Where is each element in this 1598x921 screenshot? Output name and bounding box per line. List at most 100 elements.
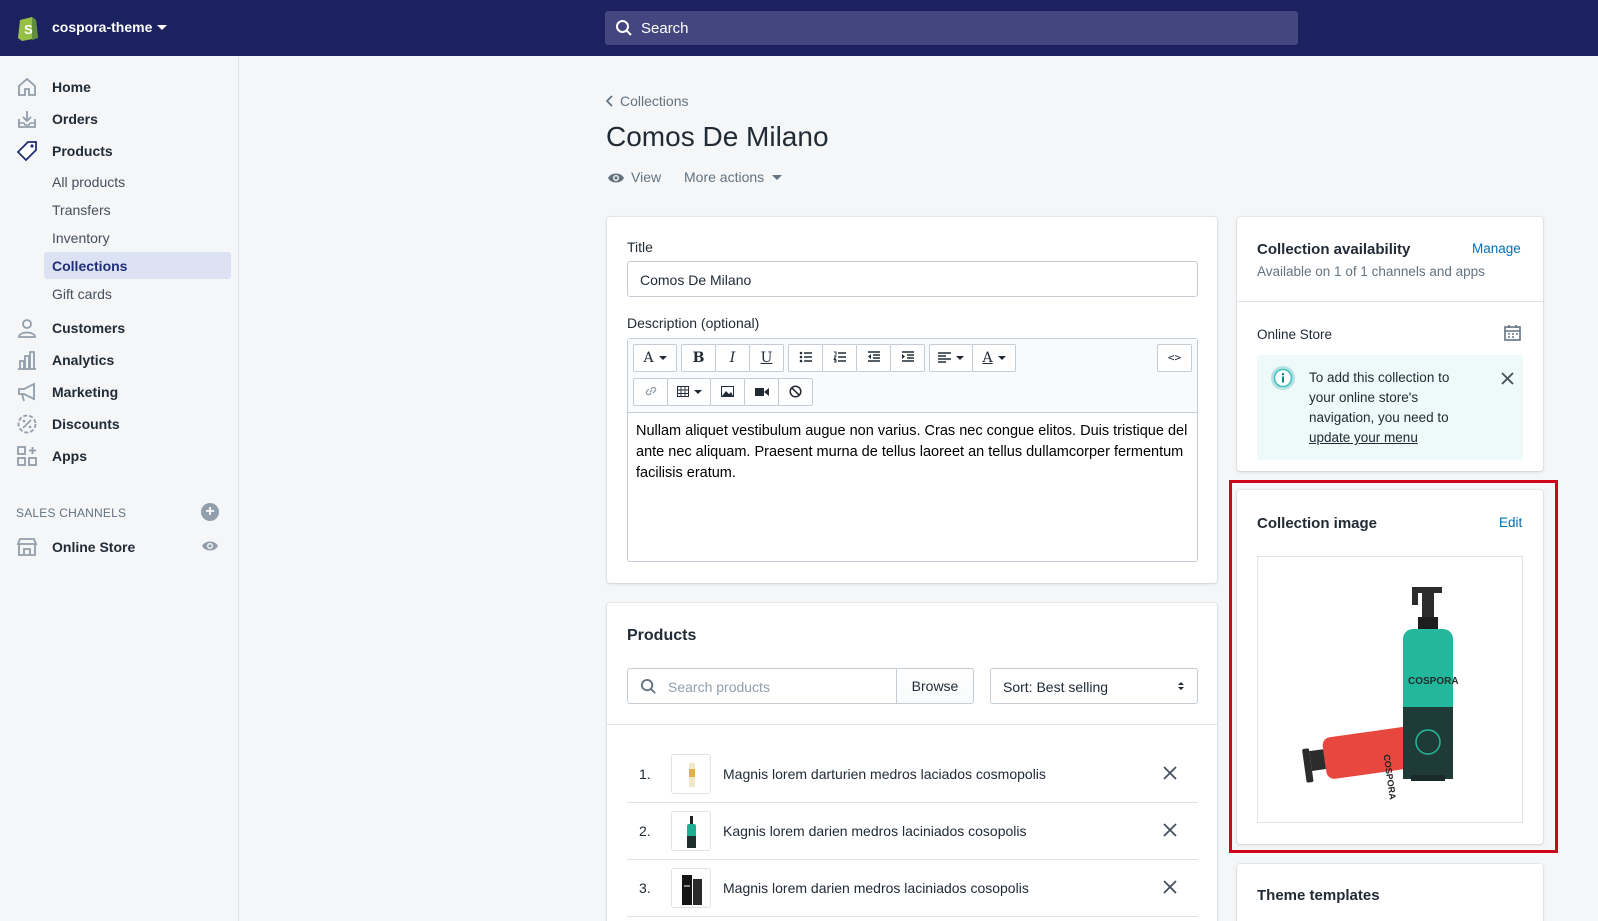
product-name[interactable]: Magnis lorem darturien medros laciados c… [723, 766, 1046, 782]
font-dropdown[interactable]: A [633, 344, 677, 372]
description-text[interactable]: Nullam aliquet vestibulum augue non vari… [636, 421, 1189, 484]
insert-image-button[interactable] [710, 378, 745, 406]
info-icon [1271, 366, 1295, 390]
product-index: 3. [639, 880, 651, 896]
product-row[interactable]: 2. Kagnis lorem darien medros laciniados… [627, 803, 1198, 860]
editor-toolbar: A B I U A <> [628, 339, 1197, 413]
store-dropdown-icon[interactable] [157, 25, 167, 30]
sidebar-item-apps[interactable]: Apps [0, 441, 239, 471]
more-actions-label: More actions [684, 169, 765, 185]
italic-button[interactable]: I [715, 344, 750, 372]
remove-product-icon[interactable] [1163, 823, 1177, 837]
sales-channels-heading: SALES CHANNELS [16, 506, 127, 520]
bold-button[interactable]: B [681, 344, 716, 372]
sidebar-subitem-label: Collections [52, 258, 128, 274]
title-label: Title [627, 239, 653, 255]
browse-button[interactable]: Browse [896, 668, 974, 704]
sidebar-subitem-gift-cards[interactable]: Gift cards [44, 280, 231, 307]
product-thumbnail [671, 811, 711, 851]
sidebar-item-marketing[interactable]: Marketing [0, 377, 239, 407]
add-channel-button[interactable]: + [201, 503, 219, 521]
sidebar-item-customers[interactable]: Customers [0, 313, 239, 343]
search-icon [640, 678, 656, 694]
shopify-logo-icon[interactable]: S [16, 13, 40, 41]
calendar-icon[interactable] [1504, 324, 1521, 341]
remove-product-icon[interactable] [1163, 766, 1177, 780]
info-banner-text: To add this collection to your online st… [1309, 368, 1469, 448]
sidebar-item-orders[interactable]: Orders [0, 104, 239, 134]
title-input[interactable]: Comos De Milano [627, 261, 1198, 297]
orders-icon [18, 111, 36, 128]
search-products-input[interactable]: Search products [627, 668, 897, 704]
global-search-input[interactable]: Search [605, 11, 1298, 45]
underline-button[interactable]: U [749, 344, 784, 372]
manage-link[interactable]: Manage [1472, 241, 1521, 256]
sidebar-item-discounts[interactable]: Discounts [0, 409, 239, 439]
sidebar-item-label: Marketing [52, 384, 119, 400]
link-button[interactable] [633, 378, 668, 406]
caret-down-icon [658, 356, 667, 360]
breadcrumb-label: Collections [620, 93, 689, 109]
outdent-icon [867, 351, 880, 362]
sidebar-subitem-label: All products [52, 174, 126, 190]
page-title: Comos De Milano [606, 121, 829, 152]
sidebar-nav: Home Orders Products All products Transf… [0, 56, 239, 921]
breadcrumb[interactable]: Collections [605, 93, 689, 109]
products-heading: Products [627, 627, 697, 644]
sort-value: Sort: Best selling [1003, 679, 1109, 695]
product-row[interactable]: 1. Magnis lorem darturien medros laciado… [627, 746, 1198, 803]
description-editor[interactable]: A B I U A <> Nullam aliquet vestibulum a… [627, 338, 1198, 562]
title-input-value: Comos De Milano [640, 272, 752, 288]
sidebar-item-label: Products [52, 143, 113, 159]
eye-icon[interactable] [201, 539, 219, 553]
store-name[interactable]: cospora-theme [52, 19, 152, 35]
search-icon [616, 20, 632, 36]
numbered-list-icon [832, 351, 846, 363]
indent-button[interactable] [890, 344, 925, 372]
link-icon [645, 386, 656, 396]
product-name[interactable]: Magnis lorem darien medros laciniados co… [723, 880, 1029, 896]
store-icon [16, 538, 38, 556]
sidebar-item-products[interactable]: Products [0, 136, 239, 166]
video-icon [754, 388, 769, 396]
home-icon [18, 77, 36, 96]
html-view-button[interactable]: <> [1157, 344, 1192, 372]
sidebar-subitem-transfers[interactable]: Transfers [44, 196, 231, 223]
sidebar-subitem-collections[interactable]: Collections [44, 252, 231, 279]
outdent-button[interactable] [856, 344, 891, 372]
text-color-dropdown[interactable]: A [972, 344, 1016, 372]
bullet-list-button[interactable] [788, 344, 823, 372]
product-name[interactable]: Kagnis lorem darien medros laciniados co… [723, 823, 1027, 839]
insert-video-button[interactable] [744, 378, 779, 406]
sort-select[interactable]: Sort: Best selling [990, 668, 1198, 704]
close-icon[interactable] [1501, 372, 1514, 385]
megaphone-icon [18, 382, 35, 402]
customer-icon [18, 319, 36, 338]
sidebar-item-label: Customers [52, 320, 126, 336]
availability-heading: Collection availability [1257, 241, 1411, 258]
numbered-list-button[interactable] [822, 344, 857, 372]
divider [1237, 301, 1543, 302]
remove-product-icon[interactable] [1163, 880, 1177, 894]
top-bar: S cospora-theme Search [0, 0, 1598, 56]
table-dropdown[interactable] [667, 378, 711, 406]
more-actions-button[interactable]: More actions [684, 169, 783, 185]
view-button[interactable]: View [607, 169, 661, 185]
divider [607, 724, 1217, 725]
select-arrows-icon [1178, 682, 1184, 690]
clear-formatting-button[interactable] [778, 378, 813, 406]
theme-templates-heading: Theme templates [1257, 887, 1380, 904]
no-format-icon [789, 385, 802, 398]
sidebar-subitem-all-products[interactable]: All products [44, 168, 231, 195]
update-menu-link[interactable]: update your menu [1309, 430, 1418, 445]
sidebar-item-label: Home [52, 79, 91, 95]
eye-icon [608, 173, 624, 183]
svg-text:S: S [24, 22, 33, 37]
tag-icon [16, 141, 37, 162]
sidebar-item-analytics[interactable]: Analytics [0, 345, 239, 375]
align-dropdown[interactable] [929, 344, 973, 372]
sidebar-subitem-inventory[interactable]: Inventory [44, 224, 231, 251]
caret-down-icon [997, 356, 1006, 360]
sidebar-item-home[interactable]: Home [0, 72, 239, 102]
product-row[interactable]: 3. Magnis lorem darien medros laciniados… [627, 860, 1198, 917]
